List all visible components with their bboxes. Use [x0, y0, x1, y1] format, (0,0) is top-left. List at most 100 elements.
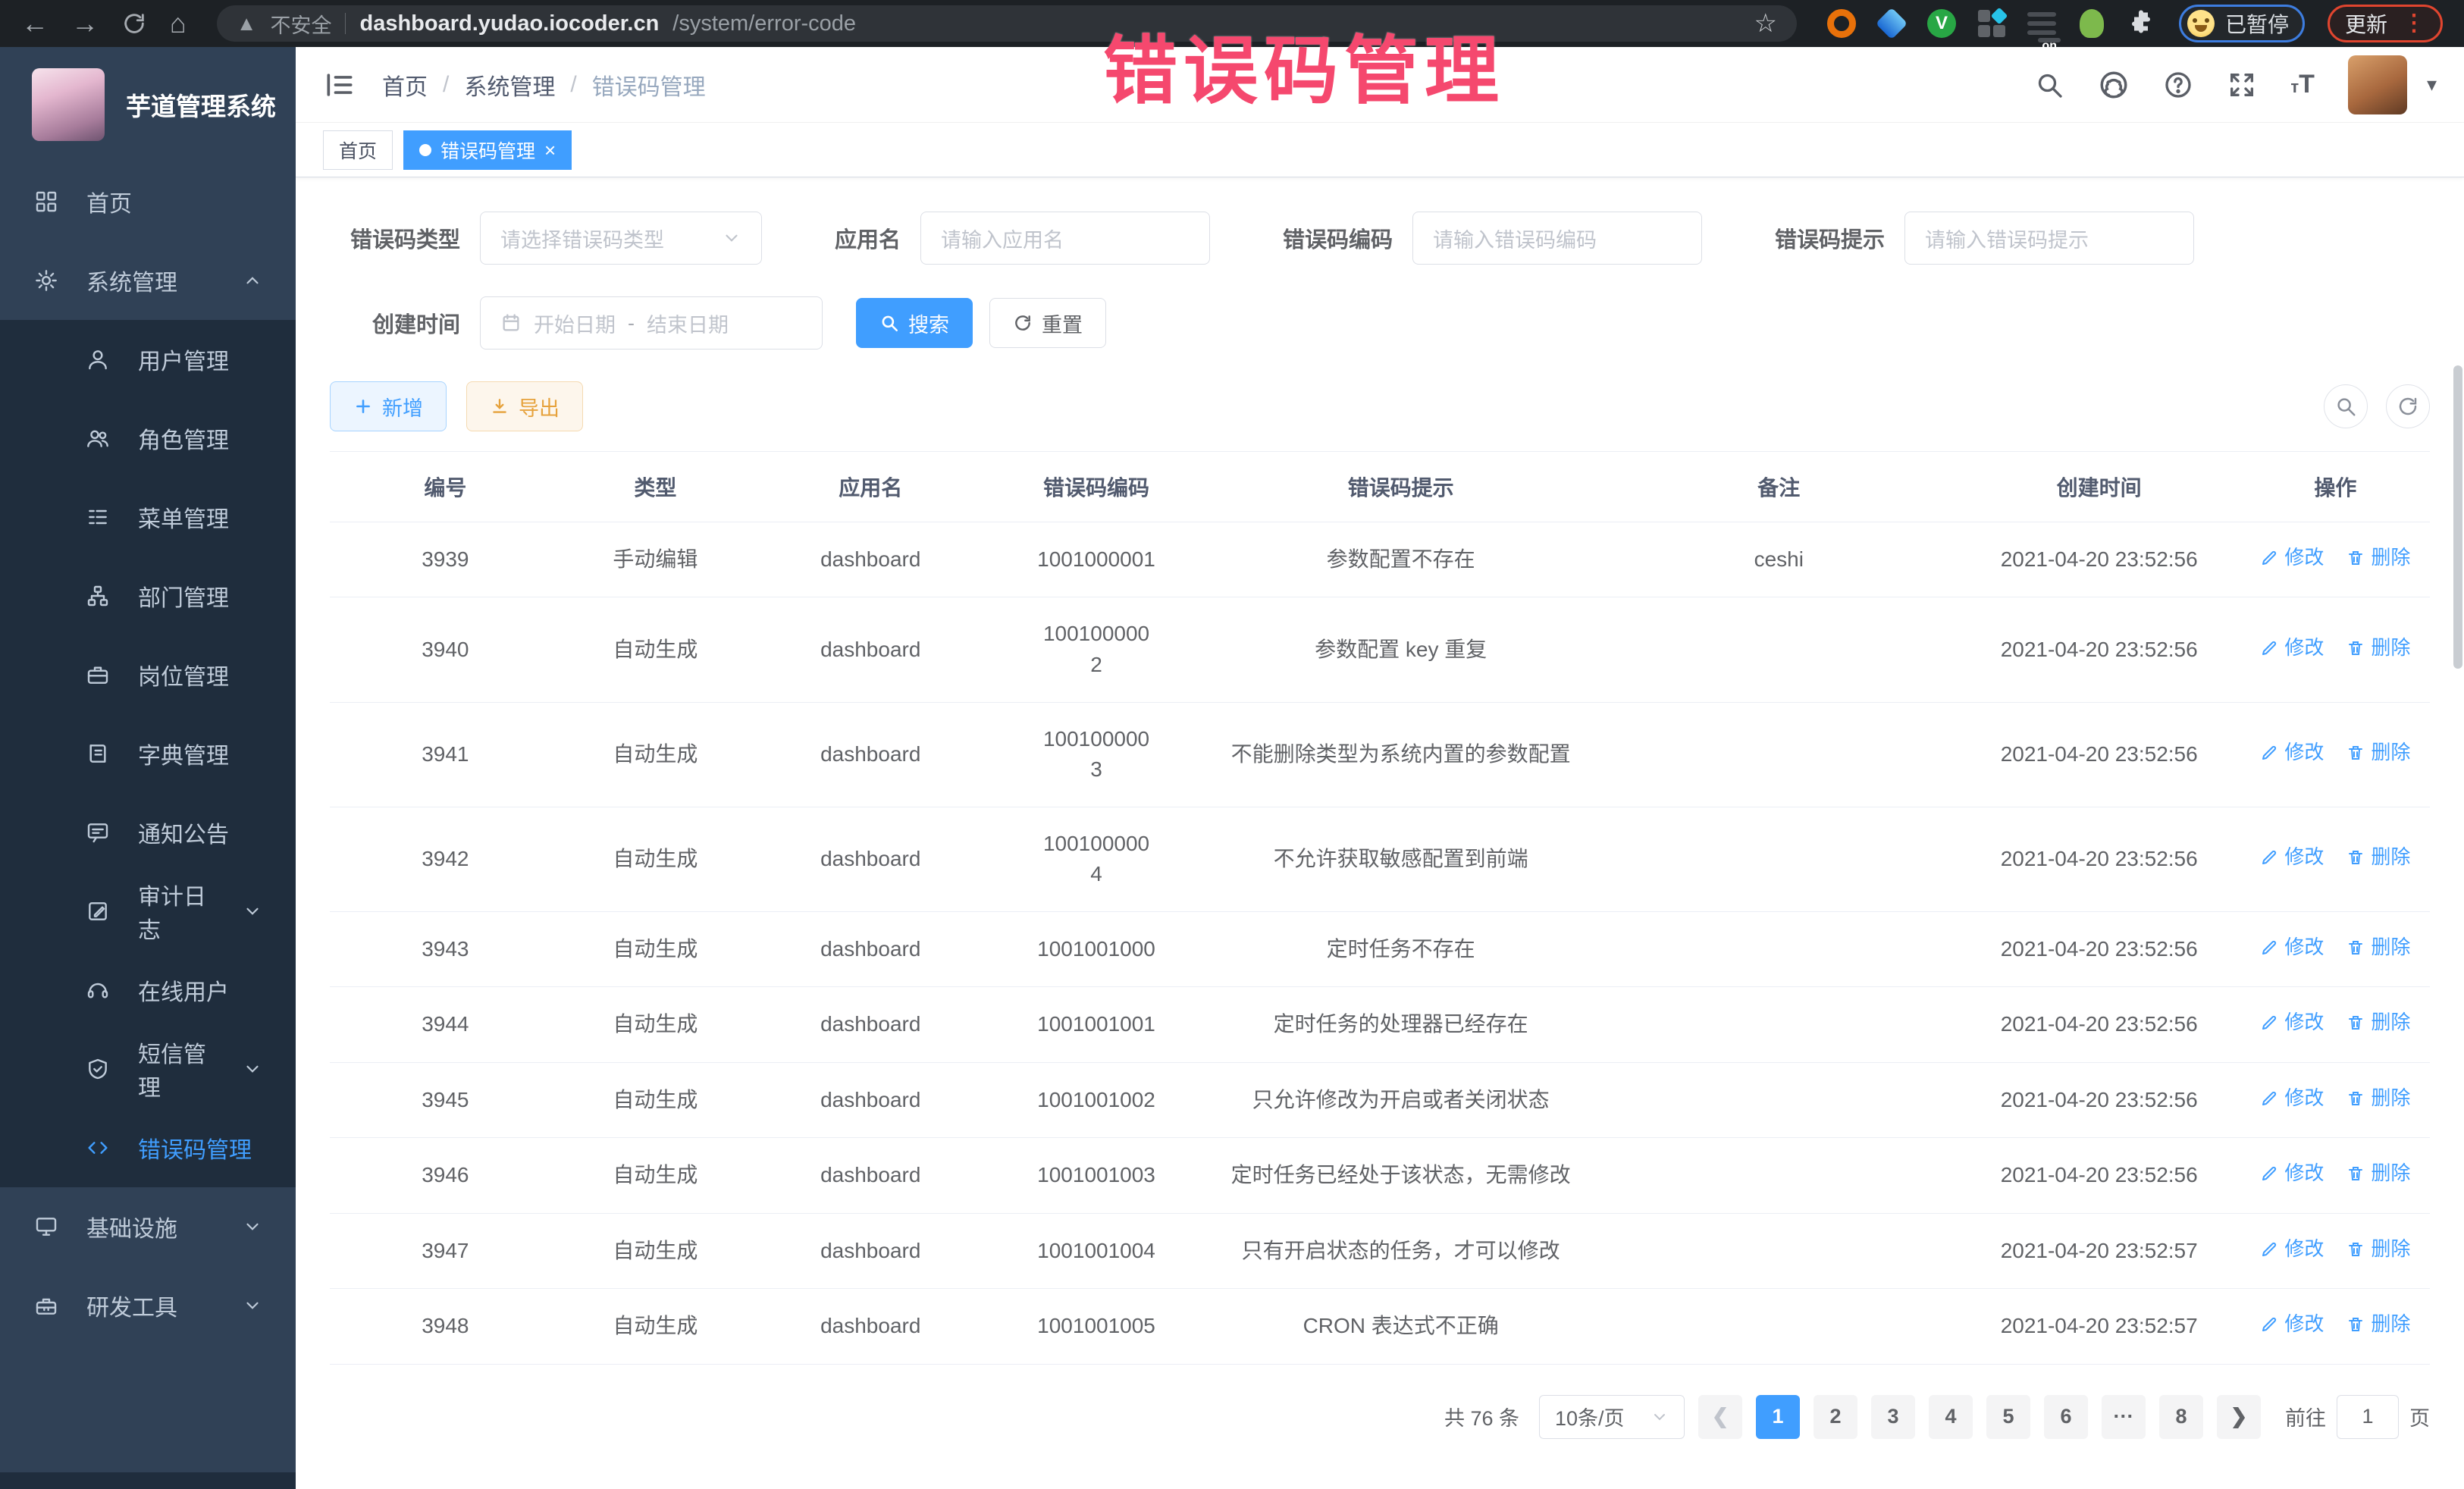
extension-v-icon[interactable]: V — [1927, 9, 1956, 38]
delete-link[interactable]: 删除 — [2346, 1084, 2410, 1113]
column-header: 创建时间 — [1958, 452, 2241, 522]
edit-link[interactable]: 修改 — [2260, 544, 2324, 572]
error-code-input[interactable]: 请输入错误码编码 — [1412, 212, 1702, 265]
page-button-1[interactable]: 1 — [1756, 1395, 1800, 1439]
edit-icon — [2260, 549, 2278, 567]
edit-link[interactable]: 修改 — [2260, 933, 2324, 962]
extension-grid-icon[interactable] — [1977, 9, 2006, 38]
error-msg-input[interactable]: 请输入错误码提示 — [1904, 212, 2194, 265]
users-icon — [85, 425, 111, 451]
search-button[interactable]: 搜索 — [856, 298, 973, 348]
user-avatar[interactable] — [2348, 55, 2407, 114]
extension-proxy-icon[interactable]: on — [2027, 9, 2056, 38]
sidebar-item-字典管理[interactable]: 字典管理 — [0, 714, 296, 793]
sidebar-collapse-bar[interactable] — [0, 1472, 296, 1489]
extension-orange-icon[interactable] — [1827, 9, 1856, 38]
page-button-4[interactable]: 4 — [1929, 1395, 1973, 1439]
edit-link[interactable]: 修改 — [2260, 843, 2324, 872]
delete-link[interactable]: 删除 — [2346, 1310, 2410, 1339]
add-button[interactable]: 新增 — [330, 381, 447, 431]
delete-link[interactable]: 删除 — [2346, 738, 2410, 767]
extension-key-icon[interactable] — [2077, 9, 2106, 38]
tab-首页[interactable]: 首页 — [323, 130, 393, 170]
sidebar-item-系统管理[interactable]: 系统管理 — [0, 241, 296, 320]
breadcrumb-item[interactable]: 系统管理 — [464, 68, 555, 102]
create-time-range-picker[interactable]: 开始日期 - 结束日期 — [480, 296, 823, 350]
delete-link[interactable]: 删除 — [2346, 843, 2410, 872]
app-name-input[interactable]: 请输入应用名 — [920, 212, 1210, 265]
hamburger-icon[interactable] — [323, 68, 356, 102]
sidebar-item-通知公告[interactable]: 通知公告 — [0, 793, 296, 872]
more-pages-button[interactable]: ··· — [2102, 1395, 2146, 1439]
edit-link[interactable]: 修改 — [2260, 738, 2324, 767]
edit-link[interactable]: 修改 — [2260, 1008, 2324, 1037]
sidebar-item-错误码管理[interactable]: 错误码管理 — [0, 1108, 296, 1187]
table-body: 3939手动编辑dashboard1001000001参数配置不存在ceshi2… — [330, 522, 2430, 1365]
export-button[interactable]: 导出 — [466, 381, 583, 431]
bookmark-star-icon[interactable]: ☆ — [1754, 8, 1776, 39]
top-navbar: 首页/系统管理/错误码管理 тT ▾ — [296, 47, 2464, 123]
delete-link[interactable]: 删除 — [2346, 933, 2410, 962]
page-button-6[interactable]: 6 — [2044, 1395, 2088, 1439]
search-icon[interactable] — [2034, 70, 2064, 100]
edit-link[interactable]: 修改 — [2260, 1159, 2324, 1188]
sidebar-item-岗位管理[interactable]: 岗位管理 — [0, 635, 296, 714]
edit-link[interactable]: 修改 — [2260, 1235, 2324, 1264]
github-icon[interactable] — [2098, 69, 2130, 101]
app-logo[interactable]: 芋道管理系统 — [0, 47, 296, 162]
goto-page-input[interactable] — [2337, 1395, 2399, 1439]
fullscreen-icon[interactable] — [2227, 70, 2257, 100]
address-bar[interactable]: ▲ 不安全 dashboard.yudao.iocoder.cn/system/… — [217, 5, 1797, 42]
sidebar-item-在线用户[interactable]: 在线用户 — [0, 951, 296, 1030]
sidebar-item-审计日志[interactable]: 审计日志 — [0, 872, 296, 951]
delete-link[interactable]: 删除 — [2346, 1235, 2410, 1264]
sidebar-item-用户管理[interactable]: 用户管理 — [0, 320, 296, 399]
avatar-caret-down-icon[interactable]: ▾ — [2427, 73, 2437, 96]
briefcase-icon — [85, 662, 111, 688]
browser-reload-icon[interactable] — [121, 11, 147, 36]
show-search-toggle-button[interactable] — [2324, 384, 2368, 428]
next-page-button[interactable]: ❯ — [2217, 1395, 2261, 1439]
help-icon[interactable] — [2163, 70, 2193, 100]
edit-link[interactable]: 修改 — [2260, 1310, 2324, 1339]
extensions-puzzle-icon[interactable] — [2127, 9, 2156, 38]
chevron-down-icon — [1651, 1408, 1669, 1426]
page-size-select[interactable]: 10条/页 — [1539, 1395, 1685, 1439]
table-row: 3942自动生成dashboard1001000004不允许获取敏感配置到前端2… — [330, 807, 2430, 911]
browser-update-button[interactable]: 更新 ⋮ — [2328, 5, 2443, 42]
sidebar-item-短信管理[interactable]: 短信管理 — [0, 1030, 296, 1108]
delete-link[interactable]: 删除 — [2346, 1159, 2410, 1188]
scrollbar-thumb[interactable] — [2453, 365, 2462, 669]
sidebar-item-角色管理[interactable]: 角色管理 — [0, 399, 296, 478]
browser-profile-chip[interactable]: 已暂停 — [2179, 5, 2305, 42]
browser-forward-icon[interactable]: → — [71, 10, 99, 37]
prev-page-button[interactable]: ❮ — [1698, 1395, 1742, 1439]
close-icon[interactable]: × — [544, 140, 556, 160]
browser-menu-dots-icon[interactable]: ⋮ — [2403, 17, 2425, 30]
font-size-icon[interactable]: тT — [2290, 70, 2315, 99]
error-type-select[interactable]: 请选择错误码类型 — [480, 212, 762, 265]
extension-gem-icon[interactable] — [1877, 9, 1906, 38]
delete-link[interactable]: 删除 — [2346, 634, 2410, 663]
sidebar-item-部门管理[interactable]: 部门管理 — [0, 556, 296, 635]
tab-错误码管理[interactable]: 错误码管理× — [403, 130, 572, 170]
edit-link[interactable]: 修改 — [2260, 634, 2324, 663]
reset-button[interactable]: 重置 — [989, 298, 1106, 348]
page-button-5[interactable]: 5 — [1986, 1395, 2030, 1439]
page-button-2[interactable]: 2 — [1814, 1395, 1857, 1439]
browser-back-icon[interactable]: ← — [21, 10, 49, 37]
sidebar-item-基础设施[interactable]: 基础设施 — [0, 1187, 296, 1266]
delete-link[interactable]: 删除 — [2346, 544, 2410, 572]
sidebar-item-首页[interactable]: 首页 — [0, 162, 296, 241]
page-button-8[interactable]: 8 — [2159, 1395, 2203, 1439]
delete-link[interactable]: 删除 — [2346, 1008, 2410, 1037]
breadcrumb-item[interactable]: 首页 — [382, 68, 428, 102]
table-header-row: 编号类型应用名错误码编码错误码提示备注创建时间操作 — [330, 452, 2430, 522]
page-button-3[interactable]: 3 — [1871, 1395, 1915, 1439]
refresh-table-button[interactable] — [2386, 384, 2430, 428]
url-host: dashboard.yudao.iocoder.cn — [359, 11, 659, 36]
sidebar-item-菜单管理[interactable]: 菜单管理 — [0, 478, 296, 556]
browser-home-icon[interactable]: ⌂ — [170, 10, 187, 37]
sidebar-item-研发工具[interactable]: 研发工具 — [0, 1266, 296, 1345]
edit-link[interactable]: 修改 — [2260, 1084, 2324, 1113]
